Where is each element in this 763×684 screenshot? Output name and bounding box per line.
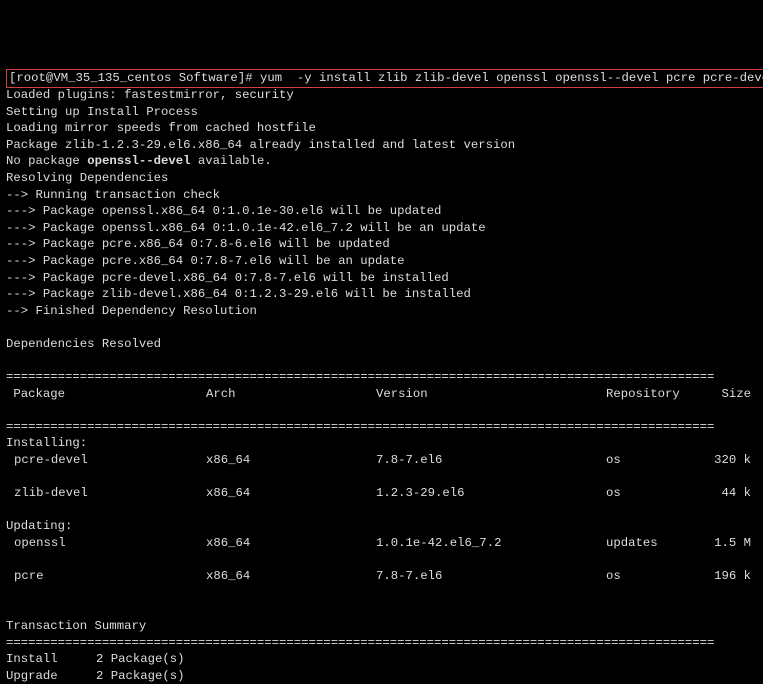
col-size: Size xyxy=(711,386,751,403)
line-finished: --> Finished Dependency Resolution xyxy=(6,304,257,318)
prompt-suffix: ]# xyxy=(238,71,260,85)
cell-arch: x86_64 xyxy=(206,485,376,502)
cell-size: 196 k xyxy=(711,568,751,585)
line-no-package: No package openssl--devel available. xyxy=(6,154,272,168)
cell-ver: 1.0.1e-42.el6_7.2 xyxy=(376,535,606,552)
no-pkg-pre: No package xyxy=(6,154,87,168)
hrule: ========================================… xyxy=(6,370,714,384)
cell-ver: 7.8-7.el6 xyxy=(376,568,606,585)
table-row: zlib-develx86_641.2.3-29.el6os44 k xyxy=(6,485,757,502)
line-setup: Setting up Install Process xyxy=(6,105,198,119)
no-pkg-name: openssl--devel xyxy=(87,154,190,168)
hrule: ========================================… xyxy=(6,636,714,650)
deps-resolved: Dependencies Resolved xyxy=(6,337,161,351)
command-input[interactable]: yum -y install zlib zlib-devel openssl o… xyxy=(260,71,763,85)
cell-arch: x86_64 xyxy=(206,452,376,469)
cell-repo: os xyxy=(606,485,711,502)
cell-ver: 7.8-7.el6 xyxy=(376,452,606,469)
transaction-summary: Transaction Summary xyxy=(6,619,146,633)
upgrade-value: 2 Package(s) xyxy=(96,669,185,683)
table-row: opensslx86_641.0.1e-42.el6_7.2updates1.5… xyxy=(6,535,757,552)
cell-size: 320 k xyxy=(711,452,751,469)
prompt-cwd: Software xyxy=(179,71,238,85)
cell-pkg: pcre-devel xyxy=(6,452,206,469)
prompt-user: root xyxy=(16,71,46,85)
prompt-highlight: [root@VM_35_135_centos Software]# yum -y… xyxy=(6,69,763,88)
cell-size: 1.5 M xyxy=(711,535,751,552)
table-header: PackageArchVersionRepositorySize xyxy=(6,386,757,403)
cell-repo: updates xyxy=(606,535,711,552)
dep-line: ---> Package pcre.x86_64 0:7.8-6.el6 wil… xyxy=(6,237,390,251)
col-arch: Arch xyxy=(206,386,376,403)
cell-repo: os xyxy=(606,568,711,585)
install-label: Install xyxy=(6,651,96,668)
dep-line: ---> Package openssl.x86_64 0:1.0.1e-42.… xyxy=(6,221,486,235)
cell-pkg: pcre xyxy=(6,568,206,585)
cell-pkg: openssl xyxy=(6,535,206,552)
dep-line: ---> Package pcre-devel.x86_64 0:7.8-7.e… xyxy=(6,271,449,285)
terminal-output: [root@VM_35_135_centos Software]# yum -y… xyxy=(6,71,763,682)
col-package: Package xyxy=(6,386,206,403)
dep-line: ---> Package openssl.x86_64 0:1.0.1e-30.… xyxy=(6,204,441,218)
cell-pkg: zlib-devel xyxy=(6,485,206,502)
dep-line: ---> Package zlib-devel.x86_64 0:1.2.3-2… xyxy=(6,287,471,301)
cell-arch: x86_64 xyxy=(206,535,376,552)
cell-repo: os xyxy=(606,452,711,469)
hrule: ========================================… xyxy=(6,420,714,434)
cell-size: 44 k xyxy=(711,485,751,502)
col-repository: Repository xyxy=(606,386,711,403)
line-resolving: Resolving Dependencies xyxy=(6,171,168,185)
install-value: 2 Package(s) xyxy=(96,652,185,666)
updating-label: Updating: xyxy=(6,519,72,533)
upgrade-label: Upgrade xyxy=(6,668,96,684)
line-zlib-installed: Package zlib-1.2.3-29.el6.x86_64 already… xyxy=(6,138,515,152)
dep-line: ---> Package pcre.x86_64 0:7.8-7.el6 wil… xyxy=(6,254,404,268)
cell-arch: x86_64 xyxy=(206,568,376,585)
line-run-check: --> Running transaction check xyxy=(6,188,220,202)
prompt-host: VM_35_135_centos xyxy=(53,71,171,85)
table-row: pcrex86_647.8-7.el6os196 k xyxy=(6,568,757,585)
summary-upgrade: Upgrade2 Package(s) xyxy=(6,669,185,683)
installing-label: Installing: xyxy=(6,436,87,450)
table-row: pcre-develx86_647.8-7.el6os320 k xyxy=(6,452,757,469)
line-plugins: Loaded plugins: fastestmirror, security xyxy=(6,88,294,102)
cell-ver: 1.2.3-29.el6 xyxy=(376,485,606,502)
line-mirror: Loading mirror speeds from cached hostfi… xyxy=(6,121,316,135)
summary-install: Install2 Package(s) xyxy=(6,652,185,666)
col-version: Version xyxy=(376,386,606,403)
no-pkg-post: available. xyxy=(191,154,272,168)
